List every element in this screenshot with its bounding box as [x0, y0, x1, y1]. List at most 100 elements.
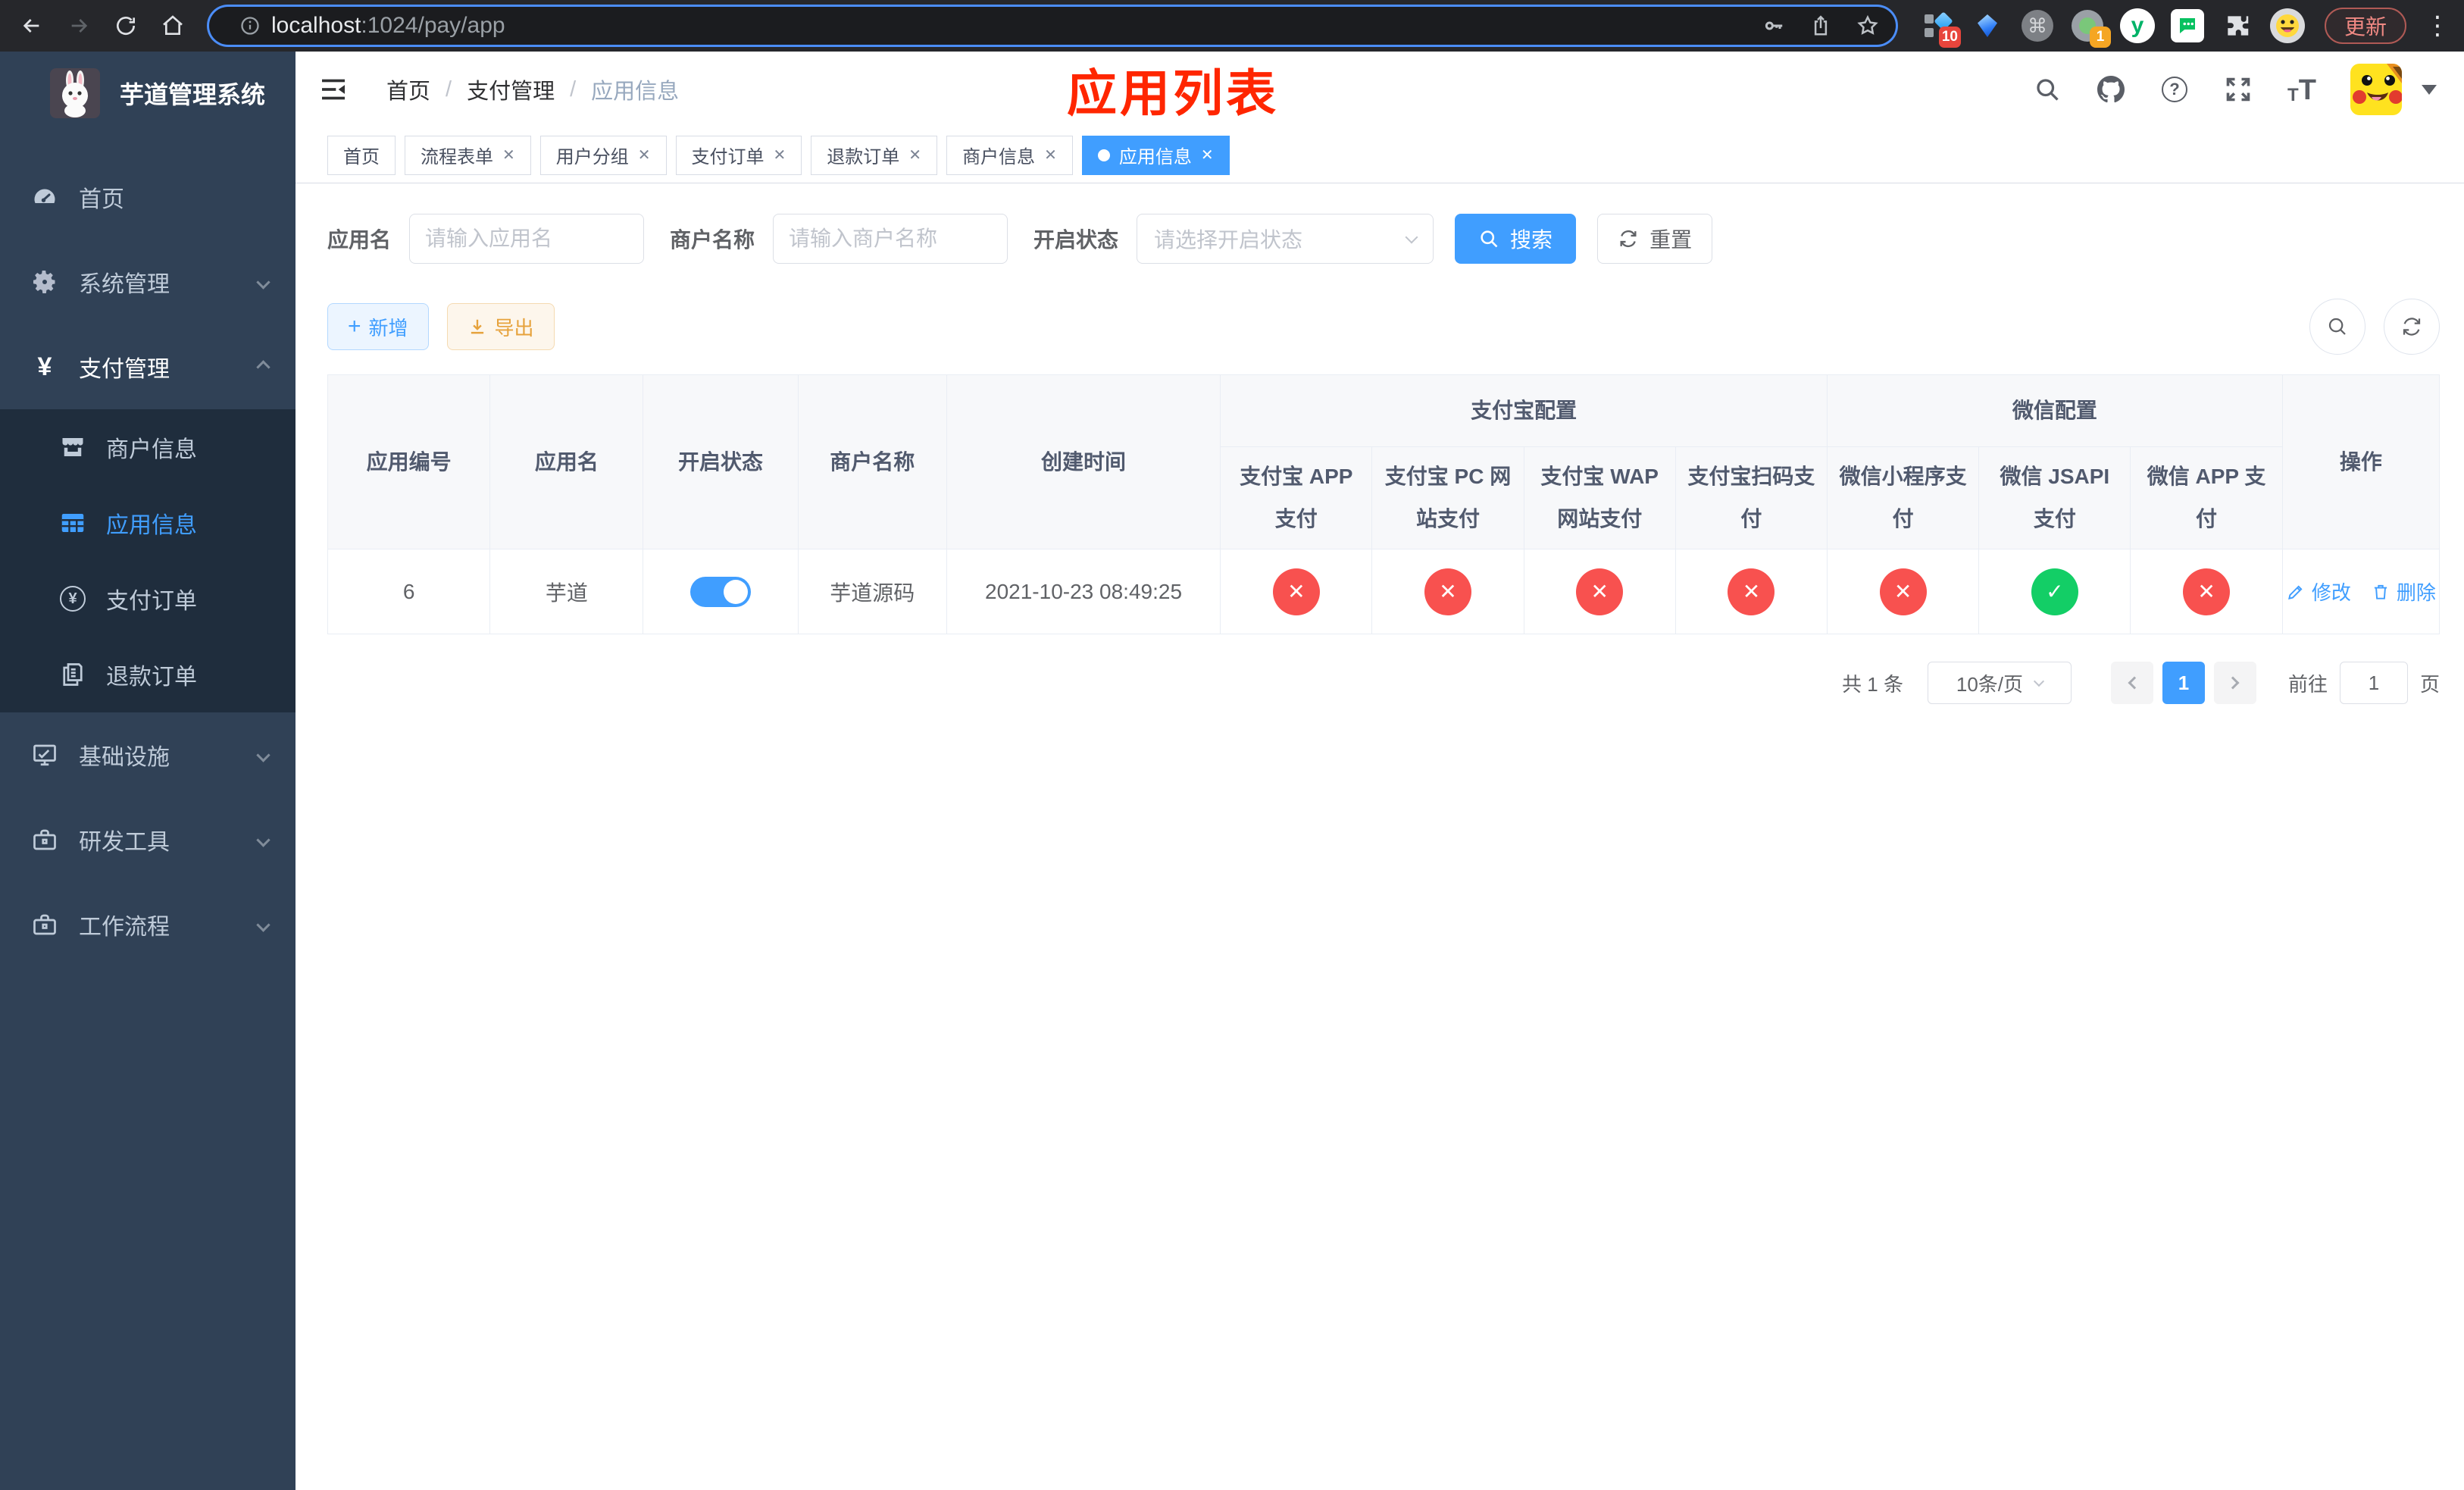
breadcrumb-home[interactable]: 首页: [386, 74, 430, 105]
sidebar-item-app-info[interactable]: 应用信息: [0, 485, 295, 561]
extension-recorder-icon[interactable]: 1: [2070, 8, 2111, 48]
tag-app-info[interactable]: 应用信息 ✕: [1081, 135, 1230, 175]
tag-home[interactable]: 首页: [327, 135, 396, 175]
tag-close-icon[interactable]: ✕: [908, 146, 921, 164]
breadcrumb-payment[interactable]: 支付管理: [467, 74, 555, 105]
browser-menu-dots-icon[interactable]: ⋮: [2425, 11, 2450, 41]
col-header-alipay-qr: 支付宝扫码支付: [1674, 446, 1828, 549]
download-icon: [471, 319, 483, 334]
breadcrumb: 首页 / 支付管理 / 应用信息: [386, 74, 679, 105]
page-annotation-title: 应用列表: [1067, 65, 1279, 121]
table-tools: [2309, 299, 2440, 355]
browser-back-icon[interactable]: [14, 8, 50, 44]
tag-pay-order[interactable]: 支付订单 ✕: [675, 135, 802, 175]
status-select[interactable]: 请选择开启状态: [1137, 214, 1434, 264]
tag-user-group[interactable]: 用户分组 ✕: [539, 135, 667, 175]
active-dot: [1097, 149, 1110, 161]
tag-label: 用户分组: [555, 147, 629, 167]
browser-home-icon[interactable]: [155, 8, 191, 44]
sidebar-item-pay-order[interactable]: ¥ 支付订单: [0, 561, 295, 637]
page-number-1[interactable]: 1: [2162, 662, 2205, 704]
delete-link[interactable]: 删除: [2371, 578, 2436, 606]
store-icon: [59, 434, 86, 461]
extension-command-icon[interactable]: ⌘: [2020, 8, 2055, 43]
sidebar-fold-icon[interactable]: [315, 71, 352, 108]
chevron-right-icon: [2226, 676, 2240, 690]
site-info-icon[interactable]: [239, 15, 261, 36]
extension-gem-icon[interactable]: [1970, 8, 2005, 43]
extensions-puzzle-icon[interactable]: [2220, 8, 2255, 43]
sidebar-item-home[interactable]: 首页: [0, 155, 295, 239]
url-path: :1024/pay/app: [361, 13, 505, 38]
hide-search-button[interactable]: [2309, 299, 2366, 355]
sidebar-item-dev-tools[interactable]: 研发工具: [0, 797, 295, 882]
tag-close-icon[interactable]: ✕: [774, 146, 786, 164]
sidebar-item-merchant-info[interactable]: 商户信息: [0, 409, 295, 485]
search-button[interactable]: 搜索: [1455, 214, 1577, 264]
sidebar: 芋道管理系统 首页 系统管理 ¥ 支付管理 商户信息 应用信息 ¥ 支付订单 退…: [0, 52, 295, 1490]
sidebar-item-workflow[interactable]: 工作流程: [0, 882, 295, 967]
tag-merchant-info[interactable]: 商户信息 ✕: [946, 135, 1073, 175]
refresh-button[interactable]: [2384, 299, 2440, 355]
fullscreen-icon[interactable]: [2223, 74, 2253, 105]
col-group-alipay: 支付宝配置: [1220, 374, 1828, 447]
cell-alipay-app: ✕: [1220, 549, 1373, 634]
tag-flow-form[interactable]: 流程表单 ✕: [405, 135, 531, 175]
header-search-icon[interactable]: [2032, 74, 2062, 105]
share-icon[interactable]: [1809, 14, 1832, 37]
export-button-label: 导出: [494, 316, 534, 340]
extension-chat-icon[interactable]: [2170, 8, 2205, 43]
extension-badge: 1: [2089, 27, 2111, 48]
page-size-select[interactable]: 10条/页: [1927, 662, 2072, 704]
export-button[interactable]: 导出: [446, 303, 555, 350]
sidebar-item-system[interactable]: 系统管理: [0, 239, 295, 324]
sidebar-item-refund-order[interactable]: 退款订单: [0, 637, 295, 712]
tag-close-icon[interactable]: ✕: [638, 146, 651, 164]
merchant-name-input[interactable]: [773, 214, 1008, 264]
page-content: 应用名 商户名称 开启状态 请选择开启状态 搜索 重置: [295, 183, 2464, 1490]
add-button-label: 新增: [368, 316, 408, 340]
edit-link[interactable]: 修改: [2286, 578, 2351, 606]
avatar-caret-down-icon[interactable]: [2422, 84, 2437, 95]
help-icon[interactable]: ?: [2159, 74, 2190, 105]
font-size-icon[interactable]: TT: [2287, 74, 2317, 105]
prev-page-button[interactable]: [2110, 662, 2153, 704]
sidebar-item-infrastructure[interactable]: 基础设施: [0, 712, 295, 797]
extension-yuque-icon[interactable]: y: [2119, 8, 2155, 43]
password-key-icon[interactable]: [1762, 14, 1785, 37]
goto-page-input[interactable]: [2339, 662, 2408, 704]
tag-refund-order[interactable]: 退款订单 ✕: [811, 135, 938, 175]
briefcase-icon: [30, 910, 59, 939]
browser-toolbar: localhost:1024/pay/app 10 ⌘ 1 y 更新 ⋮: [0, 0, 2464, 52]
tag-close-icon[interactable]: ✕: [1044, 146, 1057, 164]
search-icon: [1481, 230, 1498, 248]
tag-close-icon[interactable]: ✕: [502, 146, 515, 164]
sidebar-item-payment[interactable]: ¥ 支付管理: [0, 324, 295, 409]
next-page-button[interactable]: [2213, 662, 2256, 704]
sidebar-logo-row[interactable]: 芋道管理系统: [0, 52, 295, 133]
user-avatar[interactable]: [2350, 64, 2402, 115]
status-fail-icon: ✕: [2183, 568, 2231, 615]
navbar-actions: ? TT: [2032, 64, 2437, 115]
status-label: 开启状态: [1033, 228, 1119, 252]
chevron-down-icon: [1405, 230, 1418, 244]
status-pass-icon: ✓: [2031, 568, 2078, 615]
browser-profile-avatar[interactable]: [2269, 8, 2305, 43]
browser-reload-icon[interactable]: [108, 8, 144, 44]
col-header-alipay-wap: 支付宝 WAP 网站支付: [1523, 446, 1676, 549]
chevron-down-icon: [256, 832, 270, 847]
extension-tabs-icon[interactable]: 10: [1920, 8, 1961, 48]
add-button[interactable]: + 新增: [327, 303, 429, 350]
reset-button[interactable]: 重置: [1597, 214, 1713, 264]
browser-forward-icon[interactable]: [61, 8, 97, 44]
browser-update-button[interactable]: 更新: [2324, 8, 2406, 44]
tag-close-icon[interactable]: ✕: [1201, 146, 1214, 164]
address-bar[interactable]: localhost:1024/pay/app: [209, 7, 1896, 45]
tag-label: 首页: [343, 147, 380, 167]
breadcrumb-current: 应用信息: [591, 80, 680, 104]
bookmark-star-icon[interactable]: [1856, 14, 1879, 37]
status-toggle[interactable]: [690, 576, 752, 607]
app-name-input[interactable]: [409, 214, 645, 264]
status-fail-icon: ✕: [1424, 568, 1471, 615]
github-icon[interactable]: [2096, 74, 2126, 105]
